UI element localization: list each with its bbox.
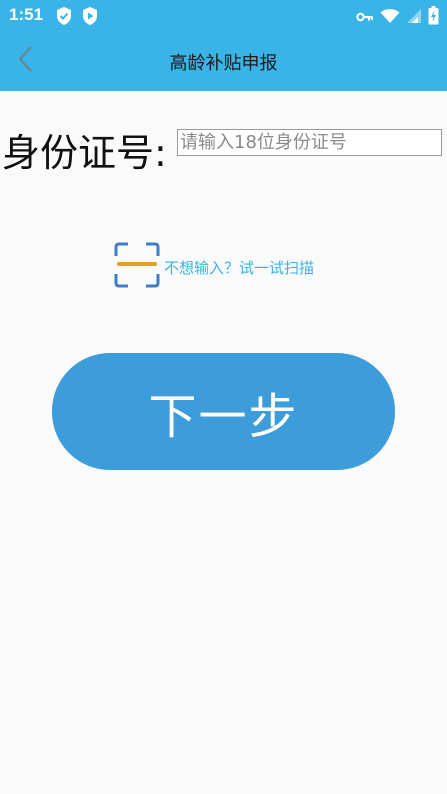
wifi-icon — [380, 8, 400, 28]
battery-charging-icon — [428, 6, 439, 29]
status-left-icons — [55, 6, 99, 30]
scan-frame-icon — [114, 242, 160, 292]
page-title: 高龄补贴申报 — [169, 53, 278, 74]
status-time: 1:51 — [9, 5, 44, 24]
id-number-input[interactable] — [177, 129, 442, 156]
scan-link-text: 不想输入？试一试扫描 — [164, 258, 315, 277]
scan-link[interactable]: 不想输入？试一试扫描 — [114, 242, 315, 292]
id-number-label: 身份证号: — [2, 131, 167, 175]
status-bar: 1:51 — [0, 0, 447, 31]
key-icon — [356, 8, 374, 27]
shield-check-icon — [55, 6, 73, 30]
play-shield-icon — [81, 6, 99, 30]
app-bar: 高龄补贴申报 — [0, 31, 447, 91]
next-step-button[interactable]: 下一步 — [52, 353, 395, 470]
signal-icon — [406, 8, 422, 28]
status-right-icons — [356, 6, 439, 29]
